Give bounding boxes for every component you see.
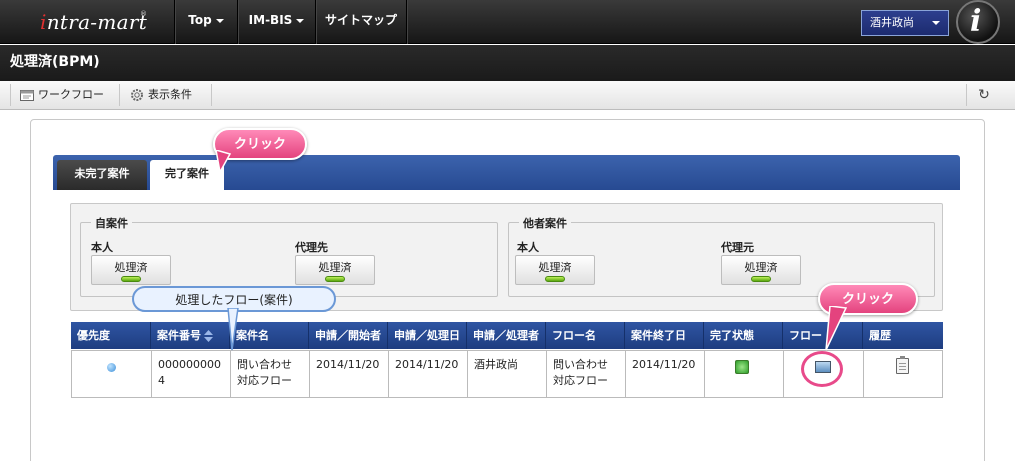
cell-applicant: 酒井政尚 [468, 351, 547, 398]
column-header-applicant[interactable]: 申請／処理者 [467, 322, 546, 349]
status-lamp-icon [325, 276, 345, 282]
workflow-button[interactable]: ワークフロー [20, 81, 104, 109]
matter-no-line: 4 [158, 374, 165, 387]
gear-icon [131, 89, 143, 101]
status-lamp-icon [121, 276, 141, 282]
button-label: 処理済 [114, 261, 148, 274]
completed-status-icon [735, 360, 749, 374]
cell-completion-status [705, 351, 784, 398]
others-proxy-processed-button[interactable]: 処理済 [721, 255, 801, 285]
column-header-history[interactable]: 履歴 [863, 322, 943, 349]
column-header-apply-process-date[interactable]: 申請／処理日 [388, 322, 467, 349]
tab-incomplete[interactable]: 未完了案件 [57, 160, 147, 190]
cell-priority [72, 351, 152, 398]
sort-icon [204, 330, 213, 342]
highlight-ring [801, 351, 843, 387]
nav-item-label: Top [188, 13, 212, 27]
refresh-icon[interactable]: ↻ [973, 84, 995, 106]
callout-pointer [825, 306, 848, 351]
button-label: 処理済 [318, 261, 352, 274]
button-label: 処理済 [744, 261, 778, 274]
table-header: 優先度 案件番号 案件名 申請／開始者 申請／処理日 申請／処理者 フロー名 案… [71, 322, 943, 349]
filter-label-self: 本人 [91, 241, 113, 254]
matter-name-line: 問い合わせ [237, 358, 292, 371]
cell-apply-process-date: 2014/11/20 [389, 351, 468, 398]
column-header-label: 案件番号 [157, 329, 201, 342]
filter-label-proxy-source: 代理元 [721, 241, 754, 254]
brand-i-icon[interactable]: i [956, 0, 1000, 44]
toolbar: ワークフロー 表示条件 ↻ [0, 81, 1015, 110]
column-header-apply-start[interactable]: 申請／開始者 [309, 322, 388, 349]
logo-registered-mark: ® [140, 10, 147, 18]
cell-matter-no: 000000000 4 [152, 351, 231, 398]
toolbar-divider [211, 84, 212, 106]
conditions-label: 表示条件 [148, 88, 192, 101]
user-name: 酒井政尚 [870, 16, 914, 29]
status-lamp-icon [751, 276, 771, 282]
status-lamp-icon [545, 276, 565, 282]
column-header-flow-name[interactable]: フロー名 [546, 322, 625, 349]
filter-label-proxy-target: 代理先 [295, 241, 328, 254]
page-title: 処理済(BPM) [0, 45, 1015, 81]
workflow-label: ワークフロー [38, 88, 104, 101]
toolbar-divider [10, 84, 11, 106]
brand-letter: i [970, 4, 982, 39]
nav-item-label: IM-BIS [248, 13, 293, 27]
history-clipboard-icon[interactable] [896, 356, 909, 374]
user-menu-button[interactable]: 酒井政尚 [861, 10, 949, 36]
intra-mart-logo[interactable]: intra-mart ® [30, 8, 150, 36]
own-matters-legend: 自案件 [91, 215, 132, 231]
cell-end-date: 2014/11/20 [626, 351, 705, 398]
cell-matter-name: 問い合わせ対応フロー [231, 351, 310, 398]
flow-name-line: 問い合わせ [553, 358, 608, 371]
column-header-matter-no[interactable]: 案件番号 [151, 322, 230, 349]
flow-name-line: 対応フロー [553, 374, 608, 387]
cell-flow-name: 問い合わせ対応フロー [547, 351, 626, 398]
nav-item-sitemap[interactable]: サイトマップ [316, 0, 406, 44]
column-header-priority[interactable]: 優先度 [71, 322, 151, 349]
window-icon [20, 89, 34, 101]
callout-pointer [215, 150, 232, 174]
matter-no-line: 000000000 [158, 358, 221, 371]
callout-pointer [227, 308, 239, 351]
own-proxy-processed-button[interactable]: 処理済 [295, 255, 375, 285]
logo-text: intra-mart [40, 10, 148, 34]
column-header-completion-status[interactable]: 完了状態 [704, 322, 783, 349]
own-self-processed-button[interactable]: 処理済 [91, 255, 171, 285]
display-conditions-button[interactable]: 表示条件 [130, 81, 192, 109]
matter-name-line: 対応フロー [237, 374, 292, 387]
caret-down-icon [215, 18, 224, 23]
nav-item-top[interactable]: Top [175, 0, 237, 44]
top-navbar: intra-mart ® Top IM-BIS サイトマップ 酒井政尚 i [0, 0, 1015, 44]
toolbar-divider [119, 84, 120, 106]
nav-divider [406, 0, 407, 44]
cell-apply-start: 2014/11/20 [310, 351, 389, 398]
button-label: 処理済 [538, 261, 572, 274]
others-matters-legend: 他者案件 [519, 215, 571, 231]
filter-label-self: 本人 [517, 241, 539, 254]
column-header-end-date[interactable]: 案件終了日 [625, 322, 704, 349]
toolbar-divider [966, 84, 967, 106]
priority-dot-icon [107, 363, 116, 372]
cell-history [864, 351, 942, 398]
caret-down-icon [932, 21, 940, 25]
nav-item-label: サイトマップ [324, 13, 397, 27]
caret-down-icon [296, 18, 305, 23]
others-self-processed-button[interactable]: 処理済 [515, 255, 595, 285]
nav-item-im-bis[interactable]: IM-BIS [238, 0, 315, 44]
